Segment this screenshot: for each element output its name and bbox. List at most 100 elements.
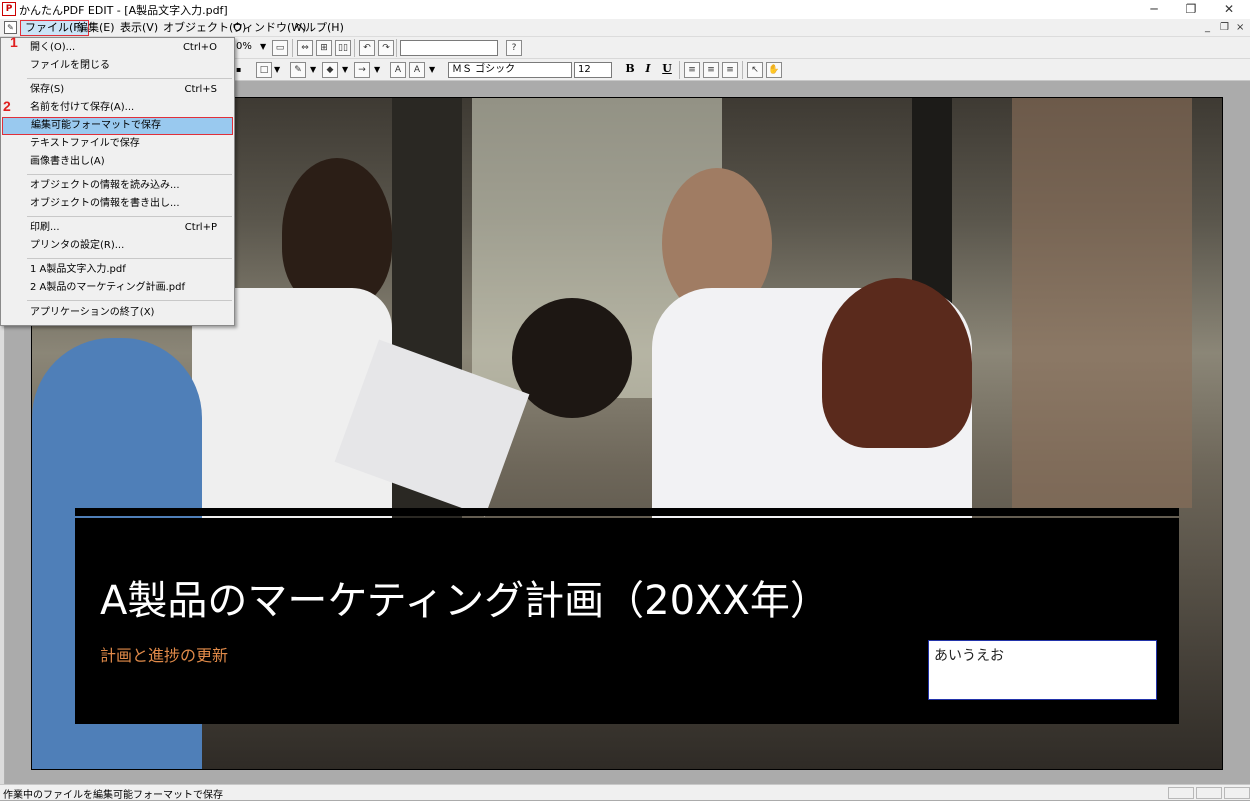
mdi-close-button[interactable]: × [1236, 22, 1244, 33]
photo-brick-wall [1012, 98, 1192, 508]
arrow-style-icon[interactable]: → [354, 62, 370, 78]
menu-item-label: オブジェクトの情報を書き出し... [30, 198, 180, 209]
separator [292, 39, 293, 57]
font-color-icon[interactable]: A [409, 62, 425, 78]
mdi-minimize-button[interactable]: _ [1205, 22, 1210, 33]
menu-item-save-editable-format[interactable]: 編集可能フォーマットで保存 [2, 117, 233, 135]
menu-separator [27, 300, 232, 301]
separator [679, 61, 680, 79]
menu-item-label: 名前を付けて保存(A)... [30, 102, 135, 113]
menu-item-print[interactable]: 印刷... Ctrl+P [2, 219, 233, 237]
rotate-right-icon[interactable]: ↷ [378, 40, 394, 56]
menu-item-printer-settings[interactable]: プリンタの設定(R)... [2, 237, 233, 255]
search-input[interactable] [400, 40, 498, 56]
photo-woman-seated [512, 298, 632, 418]
rectangle-icon[interactable]: □ [256, 62, 272, 78]
chevron-down-icon[interactable]: ▼ [274, 65, 280, 74]
menu-item-save[interactable]: 保存(S) Ctrl+S [2, 81, 233, 99]
menu-item-label: 保存(S) [30, 84, 65, 95]
menu-item-save-text[interactable]: テキストファイルで保存 [2, 135, 233, 153]
menu-item-save-as[interactable]: 名前を付けて保存(A)... [2, 99, 233, 117]
menu-item-recent-2[interactable]: 2 A製品のマーケティング計画.pdf [2, 279, 233, 297]
menu-item-label: オブジェクトの情報を読み込み... [30, 180, 180, 191]
bold-button[interactable]: B [622, 62, 638, 75]
status-pane [1196, 787, 1222, 799]
align-left-icon[interactable]: ≡ [684, 62, 700, 78]
menu-item-shortcut: Ctrl+P [184, 222, 217, 233]
menu-separator [27, 78, 232, 79]
app-icon: P [2, 2, 16, 16]
menu-item-label: ファイルを閉じる [30, 60, 110, 71]
document-headline[interactable]: A製品のマーケティング計画（20XX年） [100, 568, 830, 626]
align-center-icon[interactable]: ≡ [703, 62, 719, 78]
fit-page-icon[interactable]: ⊞ [316, 40, 332, 56]
status-pane [1224, 787, 1250, 799]
minimize-button[interactable]: ─ [1135, 0, 1173, 19]
text-box-object[interactable]: あいうえお [928, 640, 1157, 700]
menu-item-export-object-info[interactable]: オブジェクトの情報を書き出し... [2, 195, 233, 213]
menu-separator [27, 174, 232, 175]
separator [396, 39, 397, 57]
line-dropdown-icon[interactable]: ▪ [236, 65, 241, 74]
menu-item-shortcut: Ctrl+S [184, 84, 217, 95]
menu-item-open[interactable]: 開く(O)... Ctrl+O [2, 39, 233, 57]
menu-item-label: 開く(O)... [30, 42, 76, 53]
menu-item-export-image[interactable]: 画像書き出し(A) [2, 153, 233, 171]
align-right-icon[interactable]: ≡ [722, 62, 738, 78]
photo-woman-right [822, 278, 972, 448]
two-page-icon[interactable]: ▯▯ [335, 40, 351, 56]
window-title: かんたんPDF EDIT - [A製品文字入力.pdf] [19, 4, 228, 17]
hand-tool-icon[interactable]: ✋ [766, 62, 782, 78]
chevron-down-icon[interactable]: ▼ [310, 65, 316, 74]
status-bar: 作業中のファイルを編集可能フォーマットで保存 [0, 784, 1250, 801]
font-name-select[interactable]: ＭＳ ゴシック [448, 62, 572, 78]
maximize-button[interactable]: ❐ [1172, 0, 1210, 19]
zoom-fit-icon[interactable]: ▭ [272, 40, 288, 56]
menu-item-label: 画像書き出し(A) [30, 156, 105, 167]
text-frame-icon[interactable]: A [390, 62, 406, 78]
chevron-down-icon[interactable]: ▼ [342, 65, 348, 74]
underline-button[interactable]: U [659, 62, 675, 75]
status-text: 作業中のファイルを編集可能フォーマットで保存 [3, 790, 223, 801]
fit-width-icon[interactable]: ⇔ [297, 40, 313, 56]
separator [742, 61, 743, 79]
menu-item-recent-1[interactable]: 1 A製品文字入力.pdf [2, 261, 233, 279]
zoom-value[interactable]: 0% [236, 41, 252, 52]
menu-item-label: テキストファイルで保存 [30, 138, 140, 149]
font-size-select[interactable]: 12 [574, 62, 612, 78]
menu-item-label: 1 A製品文字入力.pdf [30, 264, 126, 275]
line-color-icon[interactable]: ✎ [290, 62, 306, 78]
photo-woman-standing [282, 158, 392, 308]
chevron-down-icon[interactable]: ▼ [374, 65, 380, 74]
file-menu-dropdown: 開く(O)... Ctrl+O ファイルを閉じる 保存(S) Ctrl+S 名前を付… [0, 37, 235, 326]
document-subtitle[interactable]: 計画と進捗の更新 [100, 642, 228, 666]
italic-button[interactable]: I [640, 62, 656, 75]
help-icon[interactable]: ? [506, 40, 522, 56]
menu-bar: ✎ ファイル(F) 編集(E) 表示(V) オブジェクト(O) ウィンドウ(W)… [0, 19, 1250, 37]
status-pane [1168, 787, 1194, 799]
menu-edit[interactable]: 編集(E) [73, 20, 119, 36]
mdi-restore-button[interactable]: ❐ [1220, 22, 1229, 33]
rotate-left-icon[interactable]: ↶ [359, 40, 375, 56]
zoom-dropdown-icon[interactable]: ▼ [260, 42, 266, 51]
close-button[interactable]: ✕ [1210, 0, 1248, 19]
document-icon[interactable]: ✎ [4, 21, 17, 34]
step-marker-1: 1 [10, 34, 18, 50]
menu-item-label: プリンタの設定(R)... [30, 240, 125, 251]
title-bar: P かんたんPDF EDIT - [A製品文字入力.pdf] ─ ❐ ✕ [0, 0, 1250, 19]
fill-color-icon[interactable]: ◆ [322, 62, 338, 78]
chevron-down-icon[interactable]: ▼ [429, 65, 435, 74]
menu-item-label: 印刷... [30, 222, 60, 233]
separator [354, 39, 355, 57]
menu-help[interactable]: ヘルプ(H) [290, 20, 348, 36]
select-arrow-icon[interactable]: ↖ [747, 62, 763, 78]
menu-item-label: 編集可能フォーマットで保存 [31, 120, 161, 131]
menu-item-close-file[interactable]: ファイルを閉じる [2, 57, 233, 75]
menu-view[interactable]: 表示(V) [116, 20, 162, 36]
menu-item-shortcut: Ctrl+O [182, 42, 217, 53]
banner-top-line [75, 508, 1179, 516]
step-marker-2: 2 [3, 98, 11, 114]
menu-item-exit[interactable]: アプリケーションの終了(X) [2, 304, 233, 322]
menu-item-label: アプリケーションの終了(X) [30, 307, 155, 318]
menu-item-import-object-info[interactable]: オブジェクトの情報を読み込み... [2, 177, 233, 195]
